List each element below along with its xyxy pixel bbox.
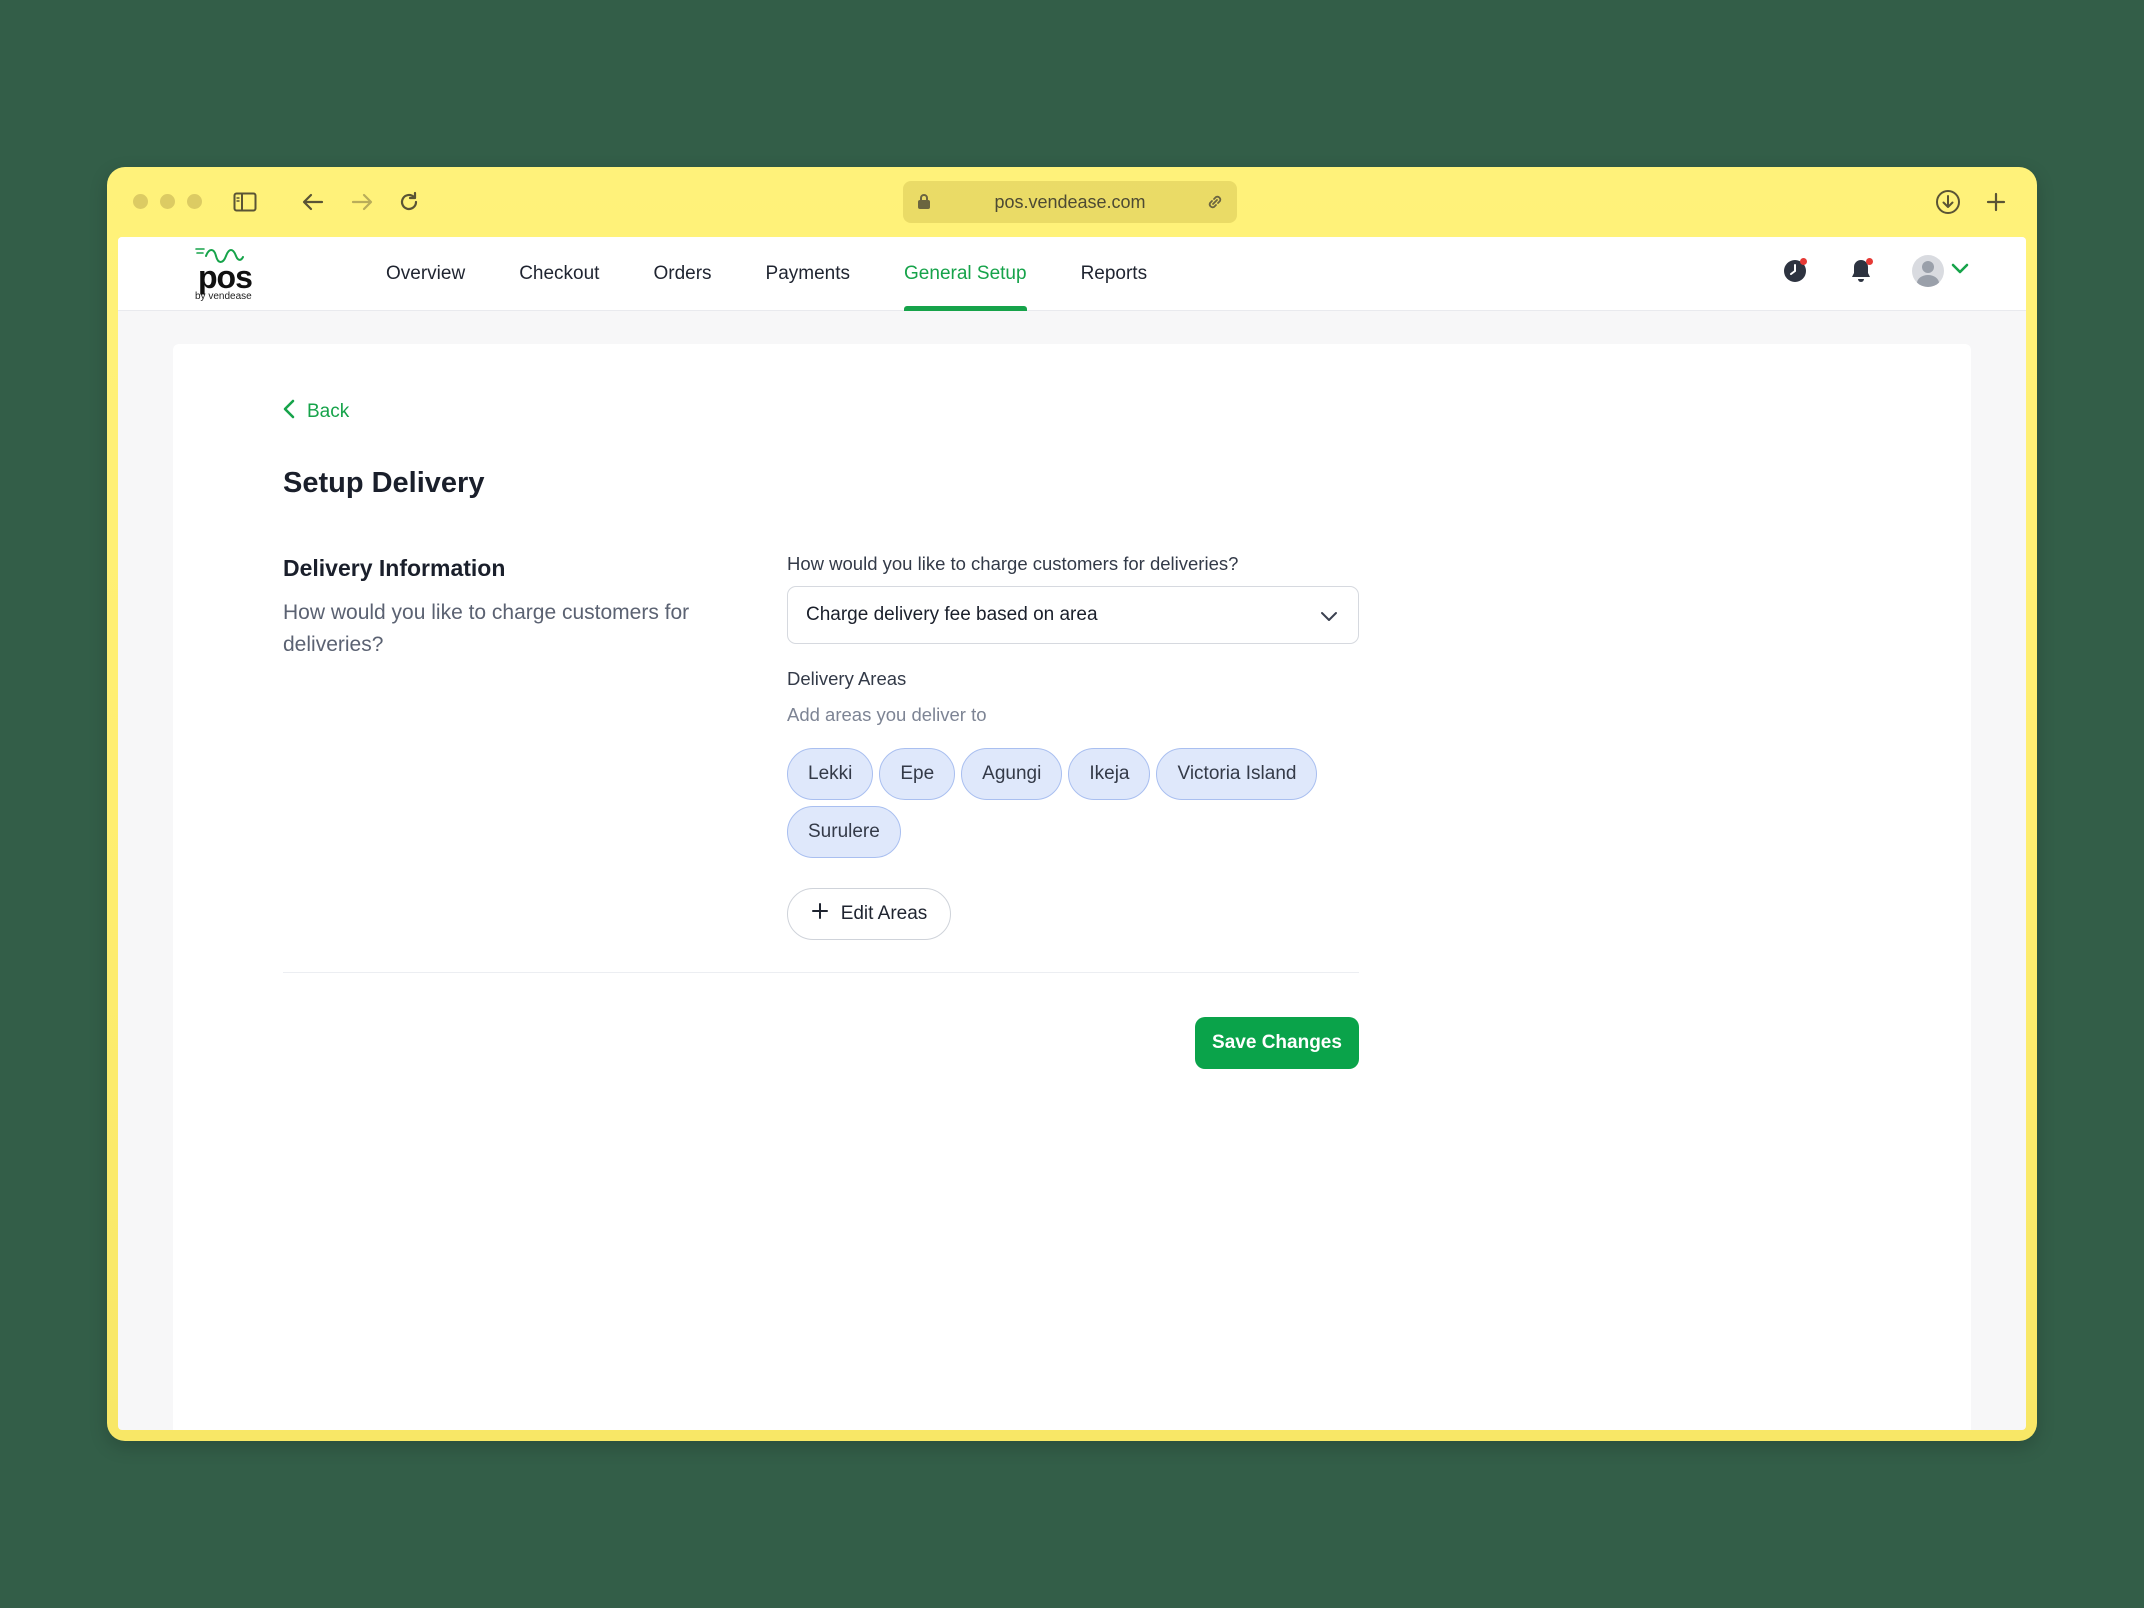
area-chip-epe[interactable]: Epe (879, 748, 956, 800)
logo-subtitle: by vendease (195, 291, 252, 302)
section-title: Delivery Information (283, 555, 506, 581)
header-actions (1780, 255, 1970, 287)
chevron-down-icon (1950, 262, 1970, 281)
pos-logo[interactable]: pos by vendease (194, 243, 264, 303)
nav-reports[interactable]: Reports (1081, 237, 1148, 311)
forward-arrow-icon[interactable] (347, 187, 377, 217)
chevron-down-icon (1320, 607, 1338, 629)
form-divider (283, 972, 1359, 973)
area-chip-lekki[interactable]: Lekki (787, 748, 874, 800)
setup-delivery-card: Back Setup Delivery Delivery Information… (173, 344, 1971, 1430)
nav-checkout[interactable]: Checkout (519, 237, 599, 311)
nav-orders[interactable]: Orders (653, 237, 711, 311)
minimize-window-button[interactable] (160, 194, 175, 209)
save-changes-button[interactable]: Save Changes (1195, 1017, 1359, 1069)
app-header: pos by vendease Overview Checkout Orders… (118, 237, 2026, 311)
browser-window: pos.vendease.com pos by vendease Overvie… (107, 167, 2037, 1441)
delivery-areas-hint: Add areas you deliver to (787, 704, 987, 725)
page-title: Setup Delivery (283, 467, 485, 499)
area-chip-ikeja[interactable]: Ikeja (1068, 748, 1151, 800)
section-description: How would you like to charge customers f… (283, 601, 690, 656)
edit-areas-label: Edit Areas (840, 903, 928, 924)
new-tab-icon[interactable] (1981, 187, 2011, 217)
delivery-areas-list: Lekki Epe Agungi Ikeja Victoria Island S… (787, 748, 1347, 858)
back-label: Back (307, 401, 350, 422)
page-viewport: pos by vendease Overview Checkout Orders… (118, 237, 2026, 1430)
bell-icon[interactable] (1846, 256, 1876, 286)
area-chip-surulere[interactable]: Surulere (787, 806, 901, 858)
delivery-form: How would you like to charge customers f… (787, 553, 1359, 940)
address-bar[interactable]: pos.vendease.com (903, 181, 1237, 223)
area-chip-victoria-island[interactable]: Victoria Island (1156, 748, 1318, 800)
clock-icon[interactable] (1780, 256, 1810, 286)
back-arrow-icon[interactable] (298, 187, 328, 217)
reload-icon[interactable] (394, 187, 424, 217)
nav-payments[interactable]: Payments (766, 237, 850, 311)
delivery-areas-label: Delivery Areas (787, 668, 907, 689)
address-url: pos.vendease.com (994, 191, 1146, 212)
edit-areas-button[interactable]: Edit Areas (787, 888, 951, 940)
clock-notification-dot (1800, 258, 1807, 265)
lock-icon (917, 193, 931, 215)
user-menu[interactable] (1912, 255, 1970, 287)
window-controls (133, 194, 202, 209)
charge-method-value: Charge delivery fee based on area (806, 604, 1098, 625)
browser-toolbar: pos.vendease.com (107, 167, 2037, 237)
main-nav: Overview Checkout Orders Payments Genera… (386, 237, 1201, 311)
nav-general-setup[interactable]: General Setup (904, 237, 1027, 311)
sidebar-toggle-icon[interactable] (230, 187, 260, 217)
bell-notification-dot (1866, 258, 1873, 265)
back-link[interactable]: Back (283, 399, 349, 425)
area-chip-agungi[interactable]: Agungi (961, 748, 1063, 800)
zoom-window-button[interactable] (187, 194, 202, 209)
plus-icon (811, 902, 829, 926)
avatar (1912, 255, 1944, 287)
charge-question-label: How would you like to charge customers f… (787, 553, 1239, 574)
chevron-left-icon (283, 399, 295, 425)
link-icon[interactable] (1205, 192, 1225, 217)
nav-overview[interactable]: Overview (386, 237, 465, 311)
charge-method-select[interactable]: Charge delivery fee based on area (787, 586, 1359, 644)
download-icon[interactable] (1933, 187, 1963, 217)
close-window-button[interactable] (133, 194, 148, 209)
